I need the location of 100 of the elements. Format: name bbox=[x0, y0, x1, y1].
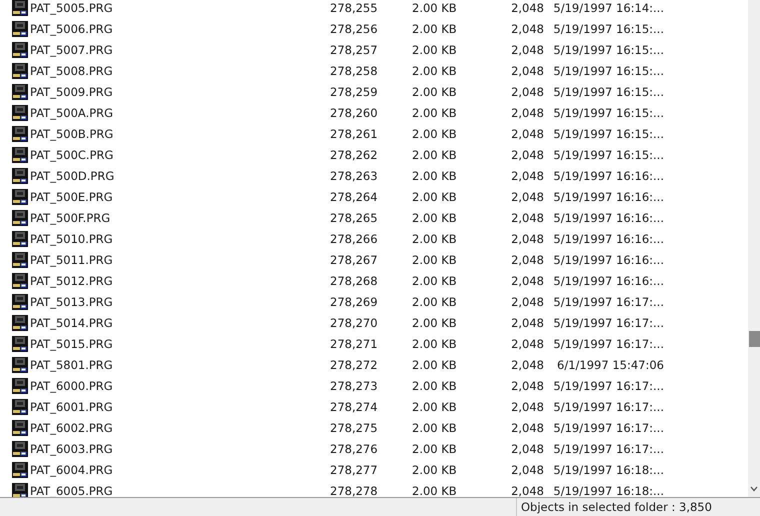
table-cell-text: 278,261 bbox=[330, 126, 379, 140]
table-cell-text: 278,277 bbox=[330, 462, 379, 476]
file-size: 2.00 KB bbox=[412, 252, 458, 266]
file-icon bbox=[12, 440, 28, 456]
file-name[interactable]: PAT_5010.PRG bbox=[30, 232, 330, 246]
table-cell-text: 2,048 bbox=[510, 84, 544, 98]
file-date: 5/19/1997 16:17:... bbox=[552, 316, 664, 330]
file-date: 5/19/1997 16:15:... bbox=[552, 126, 664, 140]
file-icon bbox=[12, 420, 28, 436]
file-date: 5/19/1997 16:17:... bbox=[552, 400, 664, 414]
file-icon bbox=[12, 398, 28, 414]
file-name[interactable]: PAT_5007.PRG bbox=[30, 42, 330, 56]
file-name[interactable]: PAT_6005.PRG bbox=[30, 484, 330, 497]
vertical-scrollbar[interactable] bbox=[748, 0, 760, 497]
file-icon bbox=[12, 378, 28, 394]
scrollbar-thumb[interactable] bbox=[749, 331, 760, 347]
file-date: 5/19/1997 16:17:... bbox=[552, 378, 664, 392]
table-cell-text: 2,048 bbox=[510, 190, 544, 204]
table-cell-text: 2,048 bbox=[510, 316, 544, 330]
file-icon bbox=[12, 230, 28, 246]
file-icon bbox=[12, 62, 28, 78]
file-date: 5/19/1997 16:16:... bbox=[552, 274, 664, 288]
table-cell-text: 278,272 bbox=[330, 358, 379, 372]
file-name[interactable]: PAT_5015.PRG bbox=[30, 336, 330, 350]
file-icon bbox=[12, 210, 28, 226]
table-cell-text: 278,274 bbox=[330, 400, 379, 414]
file-date: 5/19/1997 16:16:... bbox=[552, 168, 664, 182]
table-cell-text: 2,048 bbox=[510, 168, 544, 182]
file-icon bbox=[12, 462, 28, 478]
file-size: 2.00 KB bbox=[412, 64, 458, 78]
table-cell-text: 2,048 bbox=[510, 106, 544, 120]
file-date: 5/19/1997 16:15:... bbox=[552, 148, 664, 162]
file-size: 2.00 KB bbox=[412, 316, 458, 330]
file-name[interactable]: PAT_500B.PRG bbox=[30, 126, 330, 140]
file-name[interactable]: PAT_5008.PRG bbox=[30, 64, 330, 78]
table-cell-text: 278,255 bbox=[330, 0, 379, 14]
table-cell-text: 2,048 bbox=[510, 484, 544, 497]
file-size: 2.00 KB bbox=[412, 42, 458, 56]
file-name[interactable]: PAT_6003.PRG bbox=[30, 442, 330, 456]
table-cell-text: 278,275 bbox=[330, 420, 379, 434]
file-name[interactable]: PAT_5005.PRG bbox=[30, 0, 330, 14]
file-name[interactable]: PAT_6004.PRG bbox=[30, 462, 330, 476]
file-date: 5/19/1997 16:18:... bbox=[552, 462, 664, 476]
file-name[interactable]: PAT_500F.PRG bbox=[30, 210, 330, 224]
file-name[interactable]: PAT_5014.PRG bbox=[30, 316, 330, 330]
table-cell-text: 2,048 bbox=[510, 232, 544, 246]
file-name[interactable]: PAT_5006.PRG bbox=[30, 22, 330, 36]
file-date: 5/19/1997 16:15:... bbox=[552, 64, 664, 78]
file-date: 5/19/1997 16:17:... bbox=[552, 442, 664, 456]
file-icon bbox=[12, 126, 28, 142]
file-name[interactable]: PAT_500E.PRG bbox=[30, 190, 330, 204]
file-size: 2.00 KB bbox=[412, 126, 458, 140]
file-size: 2.00 KB bbox=[412, 358, 458, 372]
file-size: 2.00 KB bbox=[412, 442, 458, 456]
file-icon bbox=[12, 272, 28, 288]
file-date: 5/19/1997 16:18:... bbox=[552, 484, 664, 497]
table-cell-text: 2,048 bbox=[510, 42, 544, 56]
file-icon bbox=[12, 104, 28, 120]
file-date: 5/19/1997 16:16:... bbox=[552, 190, 664, 204]
file-name[interactable]: PAT_6001.PRG bbox=[30, 400, 330, 414]
table-cell-text: 2,048 bbox=[510, 420, 544, 434]
file-name[interactable]: PAT_5011.PRG bbox=[30, 252, 330, 266]
file-name[interactable]: PAT_500D.PRG bbox=[30, 168, 330, 182]
table-cell-text: 2,048 bbox=[510, 462, 544, 476]
file-size: 2.00 KB bbox=[412, 274, 458, 288]
table-cell-text: 2,048 bbox=[510, 210, 544, 224]
file-size: 2.00 KB bbox=[412, 190, 458, 204]
file-icon bbox=[12, 314, 28, 330]
chevron-down-icon[interactable] bbox=[750, 486, 758, 492]
file-date: 5/19/1997 16:17:... bbox=[552, 420, 664, 434]
file-date: 5/19/1997 16:15:... bbox=[552, 22, 664, 36]
table-cell-text: 2,048 bbox=[510, 400, 544, 414]
file-size: 2.00 KB bbox=[412, 420, 458, 434]
file-name[interactable]: PAT_5009.PRG bbox=[30, 84, 330, 98]
file-size: 2.00 KB bbox=[412, 168, 458, 182]
file-size: 2.00 KB bbox=[412, 462, 458, 476]
table-cell-text: 2,048 bbox=[510, 148, 544, 162]
file-icon bbox=[12, 42, 28, 58]
table-cell-text: 278,268 bbox=[330, 274, 379, 288]
table-cell-text: 2,048 bbox=[510, 64, 544, 78]
file-name[interactable]: PAT_6000.PRG bbox=[30, 378, 330, 392]
file-date: 5/19/1997 16:15:... bbox=[552, 84, 664, 98]
file-name[interactable]: PAT_500A.PRG bbox=[30, 106, 330, 120]
table-cell-text: 278,256 bbox=[330, 22, 379, 36]
table-cell-text: 2,048 bbox=[510, 442, 544, 456]
table-cell-text: 278,273 bbox=[330, 378, 379, 392]
file-name[interactable]: PAT_5013.PRG bbox=[30, 294, 330, 308]
table-cell-text: 278,276 bbox=[330, 442, 379, 456]
file-name[interactable]: PAT_5801.PRG bbox=[30, 358, 330, 372]
table-cell-text: 278,269 bbox=[330, 294, 379, 308]
file-name[interactable]: PAT_6002.PRG bbox=[30, 420, 330, 434]
file-size: 2.00 KB bbox=[412, 148, 458, 162]
file-icon bbox=[12, 188, 28, 204]
file-icon bbox=[12, 168, 28, 184]
file-icon bbox=[12, 84, 28, 100]
file-name[interactable]: PAT_5012.PRG bbox=[30, 274, 330, 288]
table-cell-text: 278,258 bbox=[330, 64, 379, 78]
file-size: 2.00 KB bbox=[412, 378, 458, 392]
file-name[interactable]: PAT_500C.PRG bbox=[30, 148, 330, 162]
table-cell-text: 278,271 bbox=[330, 336, 379, 350]
